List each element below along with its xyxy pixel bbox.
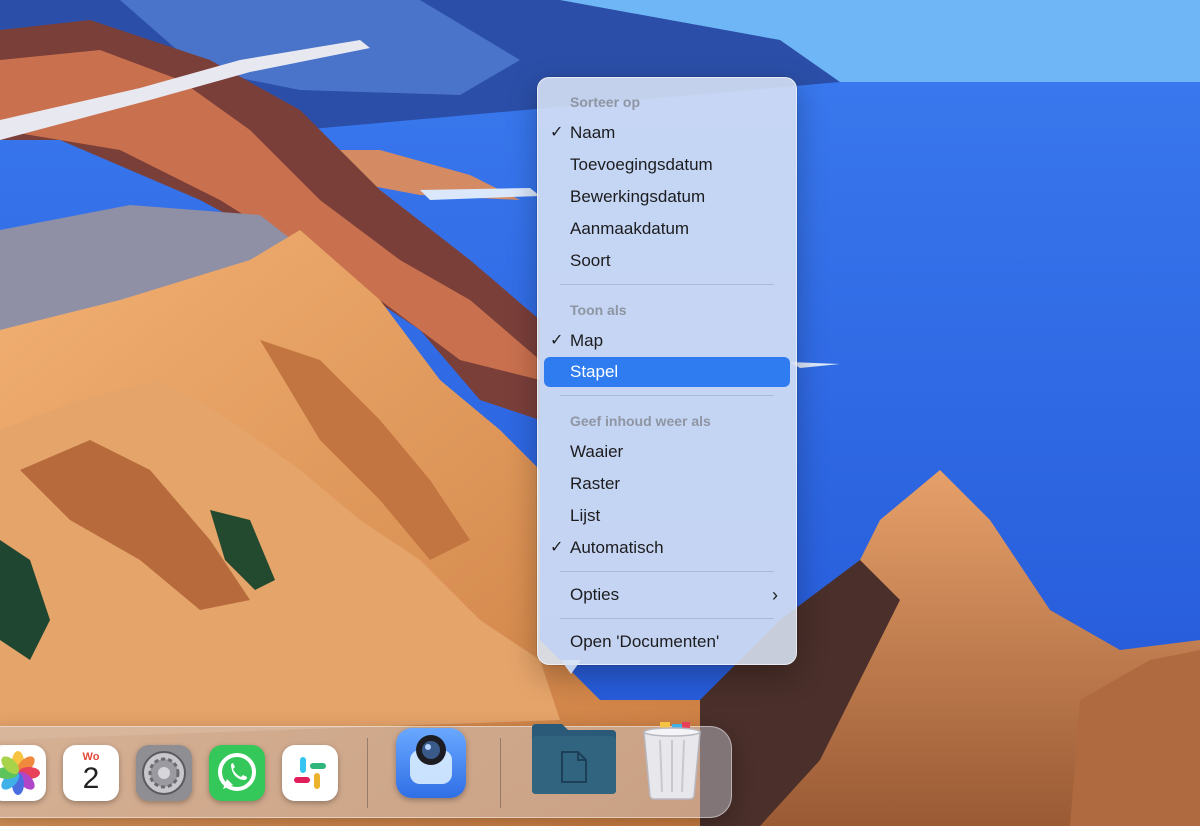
- menu-separator: [560, 618, 774, 619]
- view-content-automatic-item[interactable]: ✓ Automatisch: [544, 533, 790, 563]
- display-as-stack-item[interactable]: Stapel: [544, 357, 790, 387]
- calendar-app[interactable]: Wo 2: [63, 745, 119, 801]
- display-as-header: Toon als: [570, 302, 627, 318]
- trash-icon: [643, 722, 701, 800]
- sort-by-date-modified-item[interactable]: Bewerkingsdatum: [544, 182, 790, 212]
- preview-app[interactable]: [396, 728, 466, 798]
- checkmark-icon: ✓: [550, 124, 564, 141]
- slack-app[interactable]: [282, 745, 338, 801]
- photos-icon: [0, 751, 40, 795]
- dock-divider: [367, 738, 368, 808]
- sort-by-kind-item[interactable]: Soort: [544, 246, 790, 276]
- options-submenu-item[interactable]: Opties ›: [544, 580, 790, 610]
- dock-divider: [500, 738, 501, 808]
- view-content-list-item[interactable]: Lijst: [544, 501, 790, 531]
- whatsapp-app[interactable]: [209, 745, 265, 801]
- preview-icon: [410, 735, 452, 784]
- view-content-fan-item[interactable]: Waaier: [544, 437, 790, 467]
- checkmark-icon: ✓: [550, 332, 564, 349]
- sort-by-date-added-item[interactable]: Toevoegingsdatum: [544, 150, 790, 180]
- dock-folder-context-menu: Sorteer op ✓ Naam Toevoegingsdatum Bewer…: [537, 77, 797, 665]
- documents-folder-stack[interactable]: [530, 722, 618, 796]
- menu-separator: [560, 395, 774, 396]
- whatsapp-icon: [218, 753, 256, 791]
- slack-icon: [294, 757, 326, 789]
- calendar-icon: Wo 2: [63, 751, 119, 795]
- menu-separator: [560, 284, 774, 285]
- view-content-as-header: Geef inhoud weer als: [570, 413, 711, 429]
- photos-app[interactable]: [0, 745, 46, 801]
- menu-pointer: [561, 660, 581, 674]
- system-preferences-app[interactable]: [136, 745, 192, 801]
- menu-separator: [560, 571, 774, 572]
- sort-by-name-item[interactable]: ✓ Naam: [544, 118, 790, 148]
- sort-by-header: Sorteer op: [570, 94, 641, 110]
- view-content-grid-item[interactable]: Raster: [544, 469, 790, 499]
- documents-folder-icon: [532, 724, 616, 794]
- sort-by-date-created-item[interactable]: Aanmaakdatum: [544, 214, 790, 244]
- system-preferences-icon: [142, 751, 186, 795]
- trash-app[interactable]: [638, 720, 706, 800]
- calendar-date: 2: [82, 762, 100, 795]
- open-documents-item[interactable]: Open 'Documenten': [544, 627, 790, 657]
- display-as-folder-item[interactable]: ✓ Map: [544, 326, 790, 356]
- checkmark-icon: ✓: [550, 539, 564, 556]
- chevron-right-icon: ›: [772, 585, 778, 605]
